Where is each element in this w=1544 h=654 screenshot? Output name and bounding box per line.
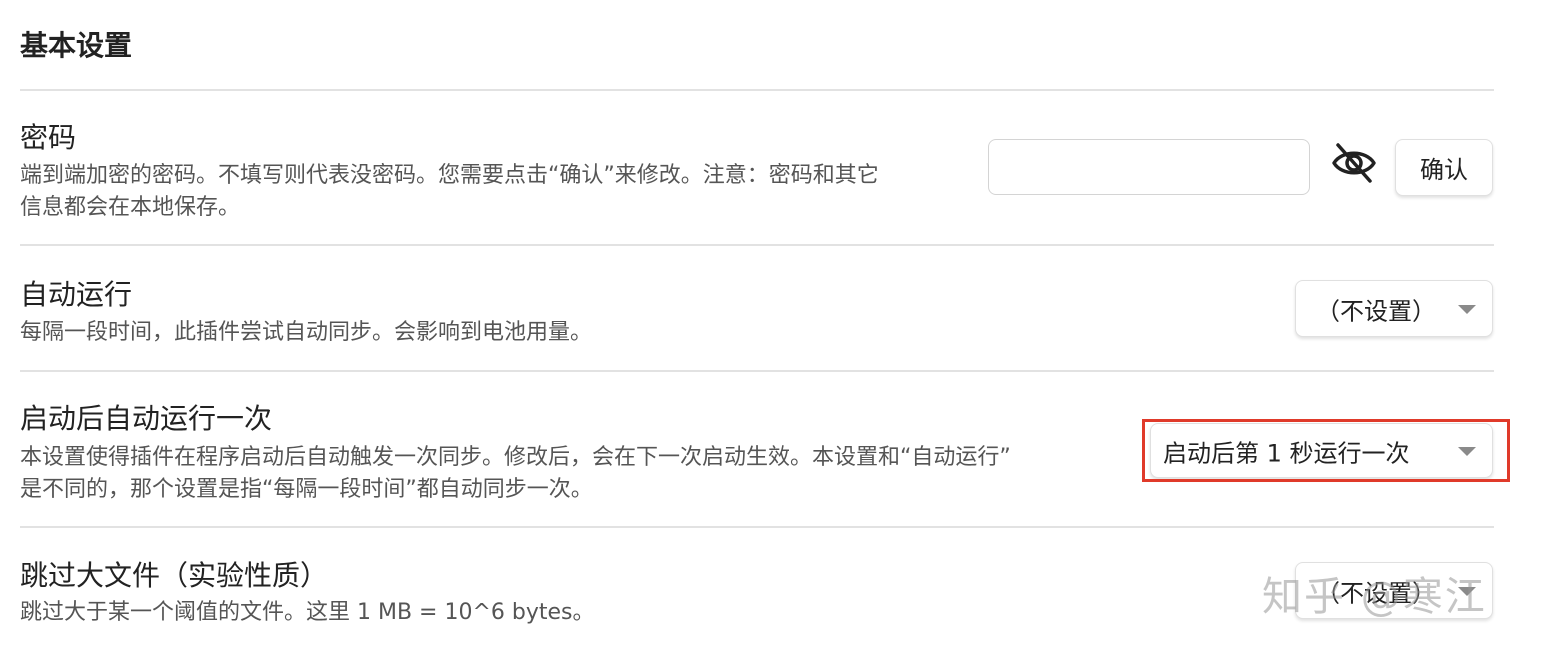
settings-page: 基本设置 密码 端到端加密的密码。不填写则代表没密码。您需要点击“确认”来修改。… [0,0,1544,654]
desc-line: 每隔一段时间，此插件尝试自动同步。会影响到电池用量。 [20,320,593,345]
setting-name-password: 密码 [20,121,77,154]
password-input[interactable] [988,139,1310,195]
select-value: （不设置） [1316,297,1436,325]
divider [20,526,1494,528]
desc-line: 端到端加密的密码。不填写则代表没密码。您需要点击“确认”来修改。注意：密码和其它 [20,163,879,188]
desc-line: 是不同的，那个设置是指“每隔一段时间”都自动同步一次。 [20,477,593,502]
setting-name-run-on-startup: 启动后自动运行一次 [20,402,273,435]
eye-slash-icon[interactable] [1330,141,1378,185]
setting-desc-auto-run: 每隔一段时间，此插件尝试自动同步。会影响到电池用量。 [20,317,592,349]
watermark: 知乎 @寒江 [1262,574,1487,620]
setting-name-skip-large-files: 跳过大文件（实验性质） [20,559,329,592]
section-title: 基本设置 [20,29,133,62]
desc-line: 跳过大于某一个阈值的文件。这里 1 MB = 10^6 bytes。 [20,600,595,625]
highlight-box [1142,419,1510,482]
setting-desc-password: 端到端加密的密码。不填写则代表没密码。您需要点击“确认”来修改。注意：密码和其它… [20,160,879,224]
desc-line: 信息都会在本地保存。 [20,195,241,220]
divider [20,370,1494,372]
setting-desc-run-on-startup: 本设置使得插件在程序启动后自动触发一次同步。修改后，会在下一次启动生效。本设置和… [20,442,1011,506]
chevron-down-icon [1458,304,1476,314]
desc-line: 本设置使得插件在程序启动后自动触发一次同步。修改后，会在下一次启动生效。本设置和… [20,445,1011,470]
setting-desc-skip-large-files: 跳过大于某一个阈值的文件。这里 1 MB = 10^6 bytes。 [20,597,595,629]
divider [20,89,1494,91]
setting-name-auto-run: 自动运行 [20,278,133,311]
auto-run-select[interactable]: （不设置） [1295,280,1493,337]
divider [20,244,1494,246]
confirm-button[interactable]: 确认 [1395,139,1493,196]
